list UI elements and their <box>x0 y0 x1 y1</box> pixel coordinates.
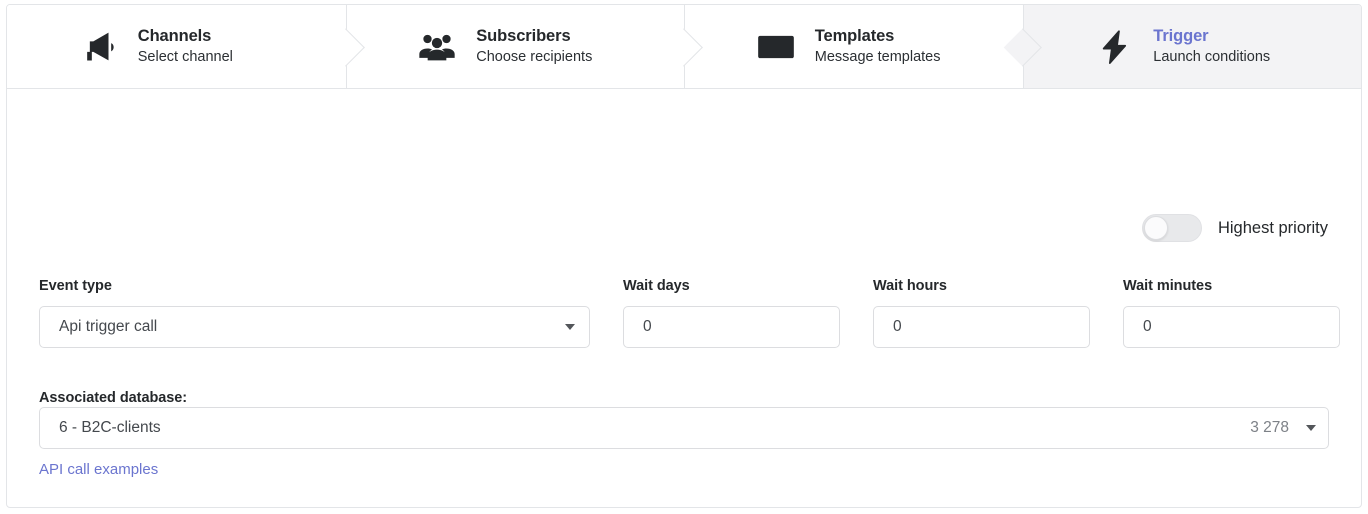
step-channels[interactable]: Channels Select channel <box>7 5 346 88</box>
associated-database-select[interactable]: 6 - B2C-clients 3 278 <box>39 407 1329 449</box>
wait-minutes-label: Wait minutes <box>1123 278 1213 294</box>
event-type-select[interactable]: Api trigger call <box>39 306 590 348</box>
event-type-label: Event type <box>39 278 112 294</box>
wait-minutes-field: Wait minutes <box>1123 277 1340 348</box>
envelope-icon <box>754 25 798 69</box>
step-templates-text: Templates Message templates <box>815 26 953 67</box>
wait-days-field: Wait days <box>623 277 840 348</box>
associated-database-label: Associated database: <box>39 390 188 406</box>
bolt-icon <box>1092 25 1136 69</box>
step-subscribers[interactable]: Subscribers Choose recipients <box>345 5 684 88</box>
wizard-card: Channels Select channel Subscribers Choo… <box>6 4 1362 508</box>
associated-database-count: 3 278 <box>1250 419 1289 436</box>
chevron-down-icon <box>1306 425 1316 431</box>
step-trigger-title: Trigger <box>1153 27 1209 45</box>
step-subscribers-title: Subscribers <box>476 27 571 45</box>
wait-hours-input[interactable] <box>893 317 1075 337</box>
chevron-down-icon <box>565 324 575 330</box>
api-call-examples-link[interactable]: API call examples <box>39 460 158 479</box>
wait-hours-field: Wait hours <box>873 277 1090 348</box>
step-templates-subtitle: Message templates <box>814 49 941 65</box>
step-subscribers-text: Subscribers Choose recipients <box>476 26 614 67</box>
associated-database-value: 6 - B2C-clients <box>59 419 161 436</box>
event-type-field: Event type Api trigger call <box>39 277 590 348</box>
step-channels-title: Channels <box>137 27 212 45</box>
highest-priority-label: Highest priority <box>1217 219 1328 237</box>
highest-priority-toggle[interactable] <box>1141 214 1202 242</box>
megaphone-icon <box>77 25 121 69</box>
highest-priority-row: Highest priority <box>1141 214 1328 242</box>
step-trigger-text: Trigger Launch conditions <box>1153 26 1291 67</box>
wait-days-label: Wait days <box>623 278 690 294</box>
step-templates-title: Templates <box>814 27 895 45</box>
wait-days-control[interactable] <box>623 306 840 348</box>
step-subscribers-subtitle: Choose recipients <box>476 49 593 65</box>
step-channels-subtitle: Select channel <box>137 49 233 65</box>
wait-hours-control[interactable] <box>873 306 1090 348</box>
toggle-knob <box>1143 216 1168 240</box>
event-type-value: Api trigger call <box>59 318 158 335</box>
step-channels-text: Channels Select channel <box>138 26 276 67</box>
wait-hours-label: Wait hours <box>873 278 947 294</box>
trigger-fields-row: Event type Api trigger call Wait days Wa… <box>39 277 1340 348</box>
people-icon <box>415 25 459 69</box>
step-trigger-subtitle: Launch conditions <box>1153 49 1271 65</box>
step-trigger[interactable]: Trigger Launch conditions <box>1022 5 1361 88</box>
wizard-stepper: Channels Select channel Subscribers Choo… <box>7 5 1361 89</box>
wait-minutes-control[interactable] <box>1123 306 1340 348</box>
wait-minutes-input[interactable] <box>1143 317 1325 337</box>
wait-days-input[interactable] <box>643 317 825 337</box>
associated-database-field: Associated database: 6 - B2C-clients 3 2… <box>39 389 1329 479</box>
step-templates[interactable]: Templates Message templates <box>684 5 1023 88</box>
trigger-panel-body: Highest priority Event type Api trigger … <box>7 89 1361 507</box>
